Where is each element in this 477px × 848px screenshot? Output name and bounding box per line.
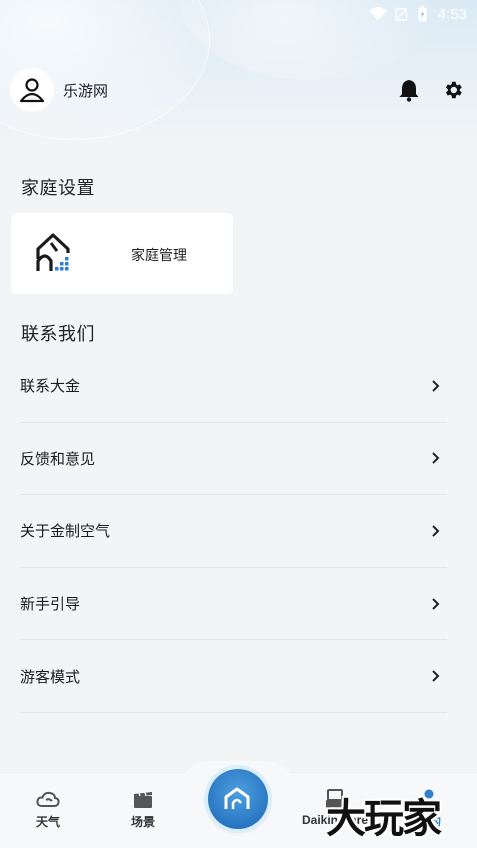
home-manage-icon	[36, 233, 70, 271]
profile-header: 乐游网	[10, 67, 467, 113]
watermark-logo: 大玩家	[326, 795, 442, 842]
tab-label: 天气	[35, 815, 60, 829]
menu-item-about[interactable]: 关于金制空气	[20, 495, 447, 568]
status-time: 4:53	[437, 5, 467, 23]
menu-item-feedback[interactable]: 反馈和意见	[20, 423, 447, 496]
menu-item-label: 反馈和意见	[20, 450, 96, 468]
chevron-right-icon	[432, 525, 440, 537]
menu-item-guest-mode[interactable]: 游客模式	[20, 640, 447, 713]
signal-icon	[395, 8, 407, 21]
home-settings-title: 家庭设置	[21, 178, 95, 198]
chevron-right-icon	[432, 380, 440, 392]
tab-scene[interactable]: 场景	[98, 787, 188, 830]
gear-icon	[445, 81, 462, 99]
scene-icon	[134, 792, 152, 808]
tab-label: 场景	[130, 815, 155, 829]
daikin-logo-icon	[224, 787, 250, 809]
wifi-icon	[368, 7, 387, 21]
user-icon	[19, 78, 45, 103]
family-management-label: 家庭管理	[131, 247, 187, 263]
weather-icon	[36, 791, 60, 807]
settings-button[interactable]	[441, 78, 465, 102]
chevron-right-icon	[432, 452, 440, 465]
status-bar: 4:53	[0, 0, 477, 28]
chevron-right-icon	[432, 597, 440, 610]
avatar[interactable]	[10, 68, 54, 112]
tab-home-daikin[interactable]	[208, 769, 268, 829]
menu-item-label: 联系大金	[20, 378, 81, 396]
menu-item-contact-daikin[interactable]: 联系大金	[20, 350, 447, 423]
battery-icon	[418, 6, 427, 22]
menu-item-label: 关于金制空气	[20, 523, 111, 541]
menu-item-label: 游客模式	[20, 668, 81, 686]
tab-weather[interactable]: 天气	[3, 787, 93, 830]
contact-title: 联系我们	[21, 324, 95, 344]
menu-item-guide[interactable]: 新手引导	[20, 568, 447, 641]
family-management-card[interactable]: 家庭管理	[11, 213, 233, 294]
username: 乐游网	[63, 82, 109, 100]
bell-icon	[399, 80, 419, 102]
menu-item-label: 新手引导	[20, 596, 81, 614]
chevron-right-icon	[432, 670, 440, 682]
contact-menu: 联系大金 反馈和意见 关于金制空气 新手引导 游客模式	[20, 350, 447, 713]
notification-button[interactable]	[397, 78, 421, 102]
